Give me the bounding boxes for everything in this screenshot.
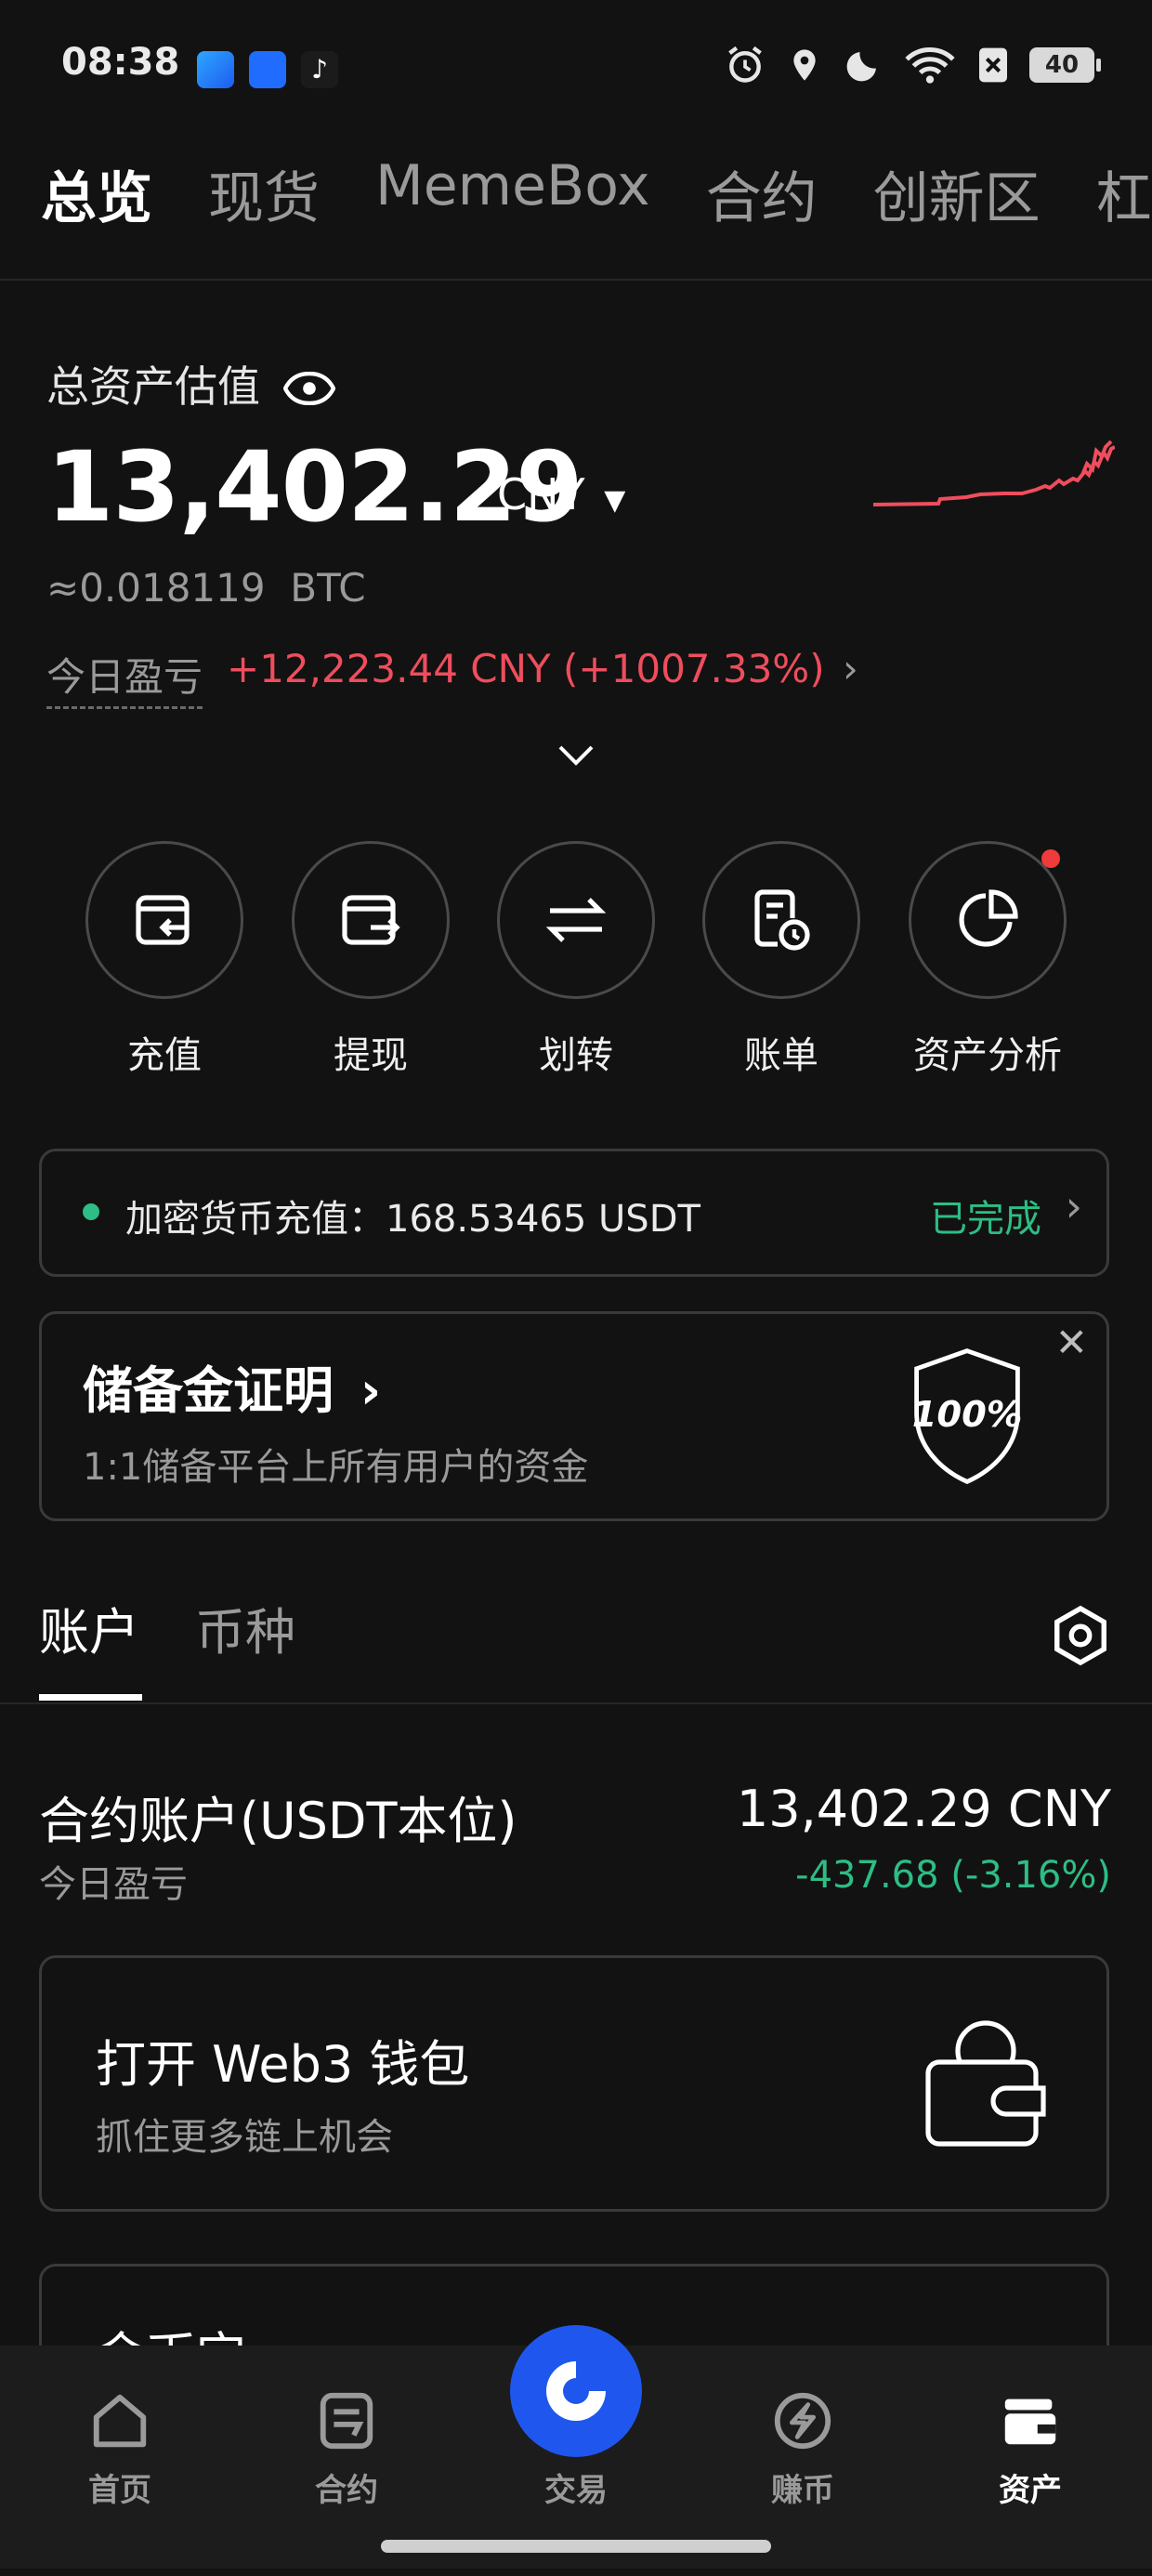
asset-trend-sparkline bbox=[873, 440, 1115, 506]
tab-futures[interactable]: 合约 bbox=[706, 153, 818, 234]
asset-analysis-action[interactable]: 资产分析 bbox=[909, 841, 1067, 1079]
total-assets-label-text: 总资产估值 bbox=[46, 361, 260, 412]
total-assets-label: 总资产估值 bbox=[46, 353, 336, 414]
bill-label: 账单 bbox=[744, 1034, 818, 1077]
earn-icon bbox=[774, 2392, 831, 2450]
nav-trade[interactable]: 交易 bbox=[502, 2464, 650, 2510]
asset-analysis-label: 资产分析 bbox=[913, 1034, 1062, 1077]
today-pnl-label[interactable]: 今日盈亏 bbox=[46, 646, 203, 709]
reserve-title: 储备金证明 › bbox=[83, 1349, 381, 1423]
chevron-right-icon: › bbox=[842, 646, 858, 691]
location-icon bbox=[793, 49, 816, 81]
futures-account-name[interactable]: 合约账户(USDT本位) bbox=[39, 1780, 517, 1853]
assets-wallet-icon bbox=[1004, 2399, 1056, 2445]
home-icon bbox=[93, 2394, 147, 2448]
asset-analysis-circle bbox=[909, 841, 1067, 999]
reserve-badge-text: 100% bbox=[912, 1394, 1023, 1436]
chevron-right-icon: › bbox=[360, 1361, 382, 1420]
chevron-right-icon: › bbox=[1065, 1181, 1082, 1231]
bill-circle bbox=[702, 841, 860, 999]
expand-chevron-icon[interactable] bbox=[557, 743, 595, 768]
bill-icon bbox=[754, 889, 810, 951]
currency-label: CNY bbox=[497, 469, 585, 519]
reserve-subtitle: 1:1储备平台上所有用户的资金 bbox=[83, 1446, 589, 1489]
trade-button[interactable] bbox=[510, 2325, 642, 2457]
nav-assets[interactable]: 资产 bbox=[956, 2388, 1105, 2510]
withdraw-action[interactable]: 提现 bbox=[292, 841, 450, 1079]
deposit-status: 已完成 bbox=[930, 1198, 1041, 1241]
deposit-action[interactable]: 充值 bbox=[85, 841, 243, 1079]
deposit-icon bbox=[136, 895, 190, 945]
transfer-action[interactable]: 划转 bbox=[497, 841, 655, 1079]
status-dot bbox=[83, 1203, 99, 1220]
currency-selector[interactable]: CNY ▼ bbox=[497, 469, 625, 519]
status-icons: 40 bbox=[725, 45, 1101, 85]
today-pnl-amount: +12,223.44 CNY (+1007.33%) bbox=[227, 646, 825, 691]
tabs-divider bbox=[0, 1702, 1152, 1704]
nav-home[interactable]: 首页 bbox=[46, 2388, 194, 2510]
active-tab-underline bbox=[39, 1694, 142, 1701]
caret-down-icon: ▼ bbox=[604, 484, 626, 517]
transfer-label: 划转 bbox=[539, 1034, 613, 1077]
trade-logo-icon bbox=[546, 2361, 606, 2421]
top-divider bbox=[0, 279, 1152, 281]
sim-off-icon bbox=[979, 47, 1007, 83]
deposit-label: 充值 bbox=[127, 1034, 202, 1077]
proof-of-reserves-card[interactable]: 储备金证明 › 1:1储备平台上所有用户的资金 100% ✕ bbox=[39, 1311, 1109, 1521]
nav-assets-label: 资产 bbox=[999, 2472, 1062, 2509]
top-tabs: 总览 现货 MemeBox 合约 创新区 杠杆 bbox=[41, 153, 1152, 234]
tab-margin[interactable]: 杠杆 bbox=[1096, 153, 1152, 234]
tab-coin[interactable]: 币种 bbox=[195, 1591, 295, 1664]
web3-subtitle: 抓住更多链上机会 bbox=[96, 2116, 393, 2159]
wifi-icon bbox=[905, 47, 955, 84]
status-time: 08:38 bbox=[61, 41, 180, 84]
futures-icon bbox=[320, 2392, 373, 2450]
futures-account-pnl: -437.68 (-3.16%) bbox=[795, 1854, 1111, 1897]
deposit-circle bbox=[85, 841, 243, 999]
tiktok-icon: ♪ bbox=[301, 51, 338, 88]
shield-badge-icon: 100% bbox=[912, 1348, 1023, 1485]
battery-icon: 40 bbox=[1029, 47, 1101, 83]
pie-chart-icon bbox=[959, 889, 1018, 947]
tab-account[interactable]: 账户 bbox=[39, 1591, 139, 1664]
btc-equivalent: ≈0.018119 BTC bbox=[46, 565, 366, 611]
app-icon-1 bbox=[197, 51, 234, 88]
nav-earn-label: 赚币 bbox=[771, 2472, 834, 2509]
withdraw-label: 提现 bbox=[334, 1034, 408, 1077]
deposit-notice-card[interactable]: 加密货币充值：168.53465 USDT 已完成 › bbox=[39, 1149, 1109, 1277]
transfer-circle bbox=[497, 841, 655, 999]
nav-earn[interactable]: 赚币 bbox=[728, 2388, 877, 2510]
notification-dot bbox=[1041, 849, 1060, 868]
web3-title: 打开 Web3 钱包 bbox=[96, 2035, 470, 2094]
tab-overview[interactable]: 总览 bbox=[41, 153, 152, 234]
nav-home-label: 首页 bbox=[88, 2472, 151, 2509]
deposit-notice-text: 加密货币充值：168.53465 USDT bbox=[125, 1198, 700, 1241]
close-icon[interactable]: ✕ bbox=[1055, 1320, 1088, 1365]
tab-spot[interactable]: 现货 bbox=[208, 153, 320, 234]
today-pnl-value[interactable]: +12,223.44 CNY (+1007.33%) › bbox=[227, 646, 858, 691]
alarm-icon bbox=[728, 46, 762, 83]
tab-innovation[interactable]: 创新区 bbox=[873, 153, 1041, 234]
moon-icon bbox=[846, 52, 876, 82]
reserve-title-text: 储备金证明 bbox=[83, 1361, 334, 1420]
web3-wallet-card[interactable]: 打开 Web3 钱包 抓住更多链上机会 bbox=[39, 1955, 1109, 2212]
futures-account-pnl-label: 今日盈亏 bbox=[39, 1863, 188, 1906]
transfer-icon bbox=[545, 898, 607, 942]
wallet-icon bbox=[925, 2020, 1046, 2147]
withdraw-icon bbox=[342, 895, 400, 945]
app-icon-2 bbox=[249, 51, 286, 88]
futures-account-value: 13,402.29 CNY bbox=[736, 1780, 1111, 1838]
tab-memebox[interactable]: MemeBox bbox=[375, 153, 650, 234]
nav-futures-label: 合约 bbox=[315, 2472, 378, 2509]
withdraw-circle bbox=[292, 841, 450, 999]
settings-icon[interactable] bbox=[1048, 1603, 1113, 1668]
nav-trade-label: 交易 bbox=[544, 2472, 608, 2509]
bill-action[interactable]: 账单 bbox=[702, 841, 860, 1079]
nav-futures[interactable]: 合约 bbox=[272, 2388, 421, 2510]
home-indicator[interactable] bbox=[381, 2540, 771, 2553]
eye-icon[interactable] bbox=[282, 371, 336, 406]
